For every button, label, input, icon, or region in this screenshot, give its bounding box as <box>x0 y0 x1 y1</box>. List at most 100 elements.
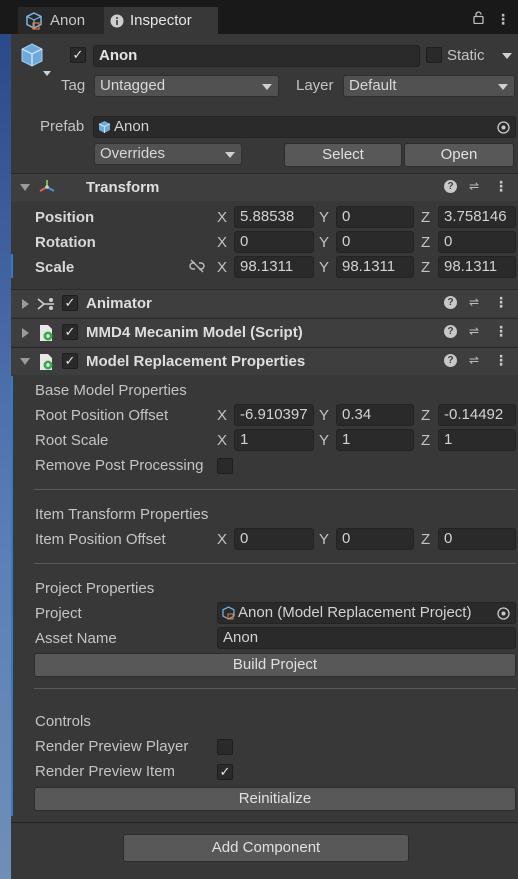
gameobject-icon[interactable] <box>19 42 45 74</box>
tab-inspector[interactable]: Inspector <box>104 7 218 34</box>
remove-post-processing-checkbox[interactable] <box>217 458 233 474</box>
scale-label: Scale <box>35 259 75 276</box>
rotation-x-input[interactable]: 0 <box>234 231 314 253</box>
transform-header[interactable]: Transform ? ⇌ ⋮ <box>11 173 518 201</box>
asset-name-input[interactable]: Anon <box>217 627 516 649</box>
section-divider <box>34 563 516 564</box>
animator-header[interactable]: ✓ Animator ? ⇌ ⋮ <box>11 289 518 317</box>
rotation-label: Rotation <box>35 234 96 251</box>
position-x-input[interactable]: 5.88538 <box>234 206 314 228</box>
z-axis-label[interactable]: Z <box>421 234 430 251</box>
tab-label: Anon <box>50 12 86 29</box>
x-axis-label[interactable]: X <box>217 531 227 548</box>
mmd4-enabled-checkbox[interactable]: ✓ <box>62 324 78 340</box>
root-position-x-input[interactable]: -6.910397 <box>234 404 314 426</box>
root-position-y-input[interactable]: 0.34 <box>336 404 414 426</box>
y-axis-label[interactable]: Y <box>319 259 329 276</box>
z-axis-label[interactable]: Z <box>421 407 430 424</box>
root-position-z-input[interactable]: -0.14492 <box>438 404 516 426</box>
tag-dropdown[interactable]: Untagged <box>94 75 279 97</box>
unlinked-scale-icon[interactable] <box>189 259 205 277</box>
project-object-field[interactable]: Anon (Model Replacement Project) <box>217 602 516 624</box>
x-axis-label[interactable]: X <box>217 234 227 251</box>
x-axis-label[interactable]: X <box>217 209 227 226</box>
position-z-input[interactable]: 3.758146 <box>438 206 516 228</box>
rotation-z-input[interactable]: 0 <box>438 231 516 253</box>
root-scale-x-input[interactable]: 1 <box>234 429 314 451</box>
x-axis-label[interactable]: X <box>217 432 227 449</box>
help-icon[interactable]: ? <box>444 325 457 338</box>
z-axis-label[interactable]: Z <box>421 531 430 548</box>
mmd4-header[interactable]: ✓ MMD4 Mecanim Model (Script) ? ⇌ ⋮ <box>11 318 518 346</box>
render-preview-item-checkbox[interactable]: ✓ <box>217 764 233 780</box>
layer-dropdown[interactable]: Default <box>343 75 515 97</box>
foldout-open-icon[interactable] <box>20 358 30 365</box>
y-axis-label[interactable]: Y <box>319 234 329 251</box>
z-axis-label[interactable]: Z <box>421 259 430 276</box>
position-y-input[interactable]: 0 <box>336 206 414 228</box>
object-name-input[interactable]: Anon <box>93 45 420 67</box>
remove-post-processing-label: Remove Post Processing <box>35 457 204 474</box>
section-divider <box>34 489 516 490</box>
object-picker-icon[interactable] <box>497 606 510 623</box>
tab-bar: Anon Inspector ⋮ <box>0 0 518 34</box>
item-position-y-input[interactable]: 0 <box>336 528 414 550</box>
foldout-closed-icon[interactable] <box>22 299 29 309</box>
select-button[interactable]: Select <box>284 143 402 167</box>
y-axis-label[interactable]: Y <box>319 407 329 424</box>
presets-icon[interactable]: ⇌ <box>469 180 482 193</box>
kebab-menu-icon[interactable]: ⋮ <box>494 295 508 309</box>
z-axis-label[interactable]: Z <box>421 432 430 449</box>
kebab-menu-icon[interactable]: ⋮ <box>496 11 510 28</box>
reinitialize-button[interactable]: Reinitialize <box>34 787 516 811</box>
x-axis-label[interactable]: X <box>217 259 227 276</box>
animator-enabled-checkbox[interactable]: ✓ <box>62 295 78 311</box>
item-position-x-input[interactable]: 0 <box>234 528 314 550</box>
root-scale-y-input[interactable]: 1 <box>336 429 414 451</box>
item-position-z-input[interactable]: 0 <box>438 528 516 550</box>
help-icon[interactable]: ? <box>444 180 457 193</box>
replacement-header[interactable]: ✓ Model Replacement Properties ? ⇌ ⋮ <box>11 347 518 375</box>
help-icon[interactable]: ? <box>444 296 457 309</box>
tab-anon[interactable]: Anon <box>18 7 104 34</box>
prefab-field[interactable]: Anon <box>93 116 516 138</box>
active-checkbox[interactable]: ✓ <box>70 47 86 63</box>
item-position-offset-label: Item Position Offset <box>35 531 166 548</box>
prefab-value: Anon <box>114 118 150 135</box>
transform-icon <box>38 179 56 199</box>
y-axis-label[interactable]: Y <box>319 531 329 548</box>
render-preview-player-checkbox[interactable] <box>217 739 233 755</box>
kebab-menu-icon[interactable]: ⋮ <box>494 353 508 367</box>
chevron-down-icon <box>225 152 235 158</box>
root-scale-z-input[interactable]: 1 <box>438 429 516 451</box>
chevron-down-icon[interactable] <box>502 53 512 59</box>
open-button[interactable]: Open <box>404 143 514 167</box>
kebab-menu-icon[interactable]: ⋮ <box>494 179 508 193</box>
build-project-button[interactable]: Build Project <box>34 653 516 677</box>
foldout-closed-icon[interactable] <box>22 328 29 338</box>
foldout-open-icon[interactable] <box>20 184 30 191</box>
kebab-menu-icon[interactable]: ⋮ <box>494 324 508 338</box>
presets-icon[interactable]: ⇌ <box>469 354 482 367</box>
add-component-button[interactable]: Add Component <box>123 834 409 862</box>
replacement-enabled-checkbox[interactable]: ✓ <box>62 353 78 369</box>
static-checkbox[interactable] <box>426 47 442 63</box>
tab-tools: ⋮ <box>473 11 510 28</box>
chevron-down-icon[interactable] <box>43 71 51 76</box>
script-icon <box>38 324 54 346</box>
help-icon[interactable]: ? <box>444 354 457 367</box>
presets-icon[interactable]: ⇌ <box>469 296 482 309</box>
scale-y-input[interactable]: 98.1311 <box>336 256 414 278</box>
scale-x-input[interactable]: 98.1311 <box>234 256 314 278</box>
modified-indicator <box>11 376 13 816</box>
object-picker-icon[interactable] <box>497 120 510 137</box>
lock-icon[interactable] <box>473 11 484 28</box>
y-axis-label[interactable]: Y <box>319 209 329 226</box>
scale-z-input[interactable]: 98.1311 <box>438 256 516 278</box>
rotation-y-input[interactable]: 0 <box>336 231 414 253</box>
x-axis-label[interactable]: X <box>217 407 227 424</box>
y-axis-label[interactable]: Y <box>319 432 329 449</box>
overrides-dropdown[interactable]: Overrides <box>94 143 242 165</box>
presets-icon[interactable]: ⇌ <box>469 325 482 338</box>
z-axis-label[interactable]: Z <box>421 209 430 226</box>
